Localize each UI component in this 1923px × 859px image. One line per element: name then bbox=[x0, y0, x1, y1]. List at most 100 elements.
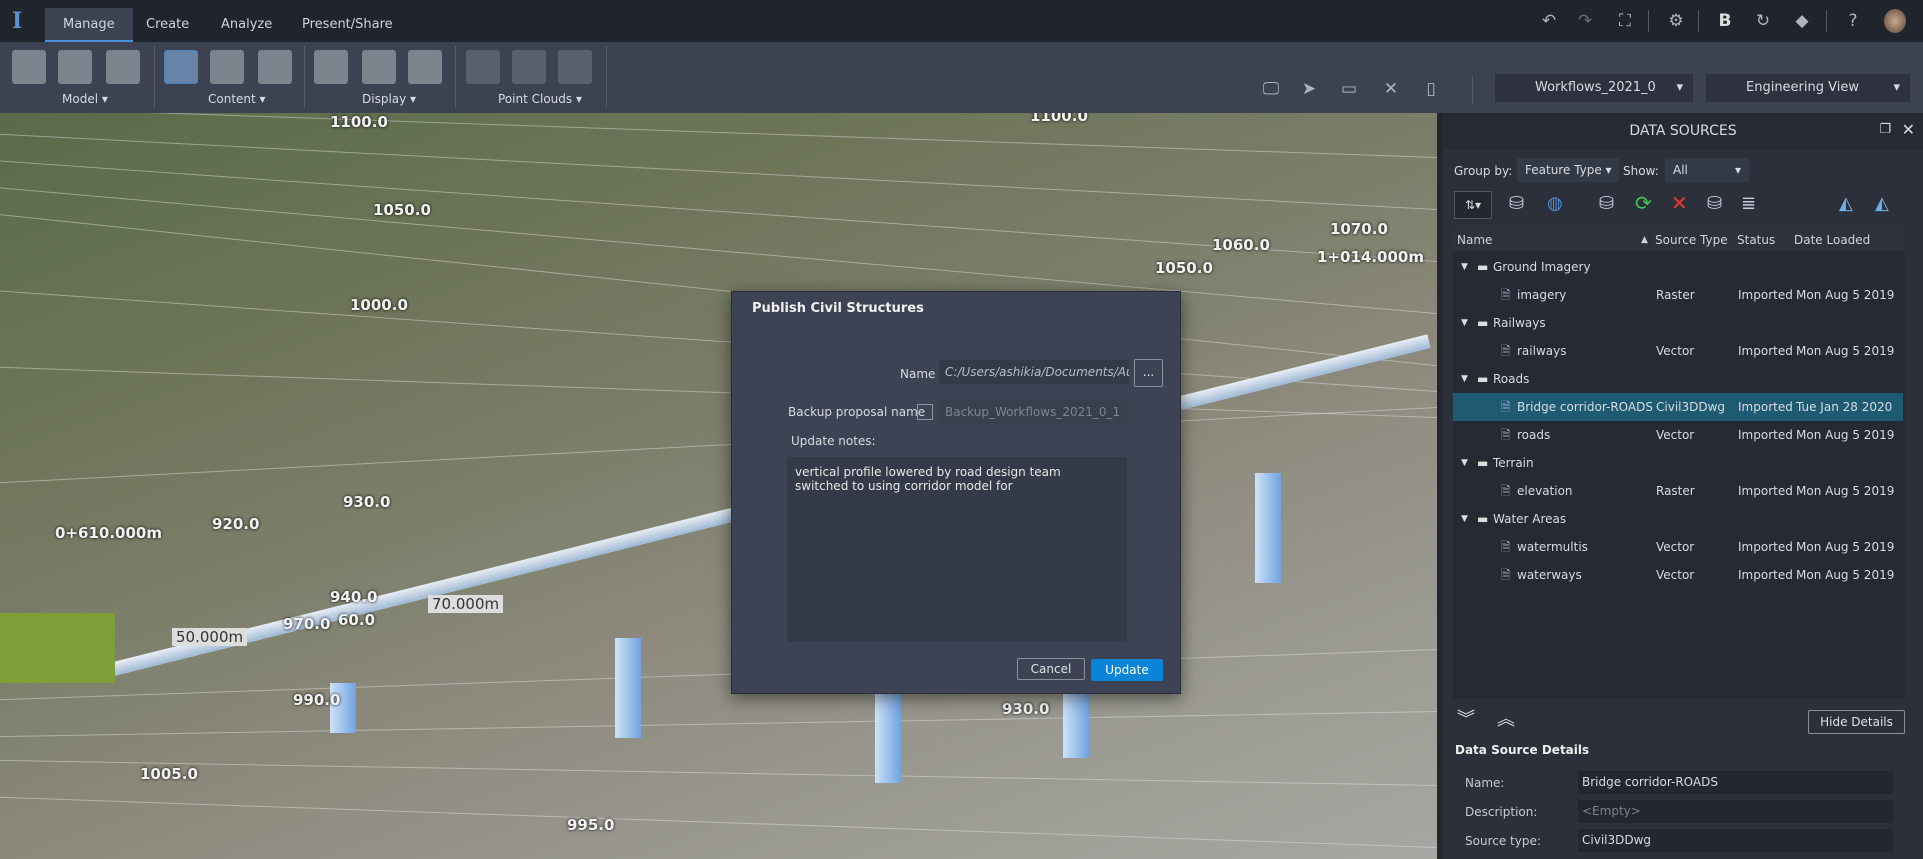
show-dropdown[interactable]: All ▾ bbox=[1665, 158, 1749, 182]
select-pointer-icon[interactable]: ➤ bbox=[1298, 78, 1320, 100]
detail-source-type-field[interactable]: Civil3DDwg bbox=[1578, 829, 1893, 852]
cancel-button[interactable]: Cancel bbox=[1017, 658, 1085, 680]
database-config-icon[interactable]: ⛁ bbox=[1599, 193, 1614, 214]
panel-icon[interactable]: ▯ bbox=[1420, 78, 1442, 100]
globe-icon[interactable] bbox=[258, 50, 292, 84]
tree-group[interactable]: ▼ ▬ Terrain bbox=[1453, 449, 1903, 477]
table-row[interactable]: 🗎 Bridge corridor-ROADS Civil3DDwg Imported… bbox=[1453, 393, 1903, 421]
export-data-icon[interactable]: ⛁ bbox=[1707, 193, 1722, 214]
source-name: waterways bbox=[1517, 568, 1582, 582]
add-data-icon[interactable]: ⛁ bbox=[1509, 193, 1524, 214]
stack-icon[interactable]: ≣ bbox=[1741, 193, 1756, 214]
expand-arrow-icon[interactable]: ▼ bbox=[1461, 253, 1468, 281]
help-icon[interactable]: ? bbox=[1842, 10, 1864, 32]
tab-analyze[interactable]: Analyze bbox=[203, 8, 290, 42]
expand-all-icon[interactable]: ︾ bbox=[1457, 705, 1475, 731]
table-row[interactable]: 🗎 watermultis Vector Imported Mon Aug 5 2019 bbox=[1453, 533, 1903, 561]
group-point-clouds[interactable]: Point Clouds ▾ bbox=[498, 92, 582, 106]
cube-icon[interactable]: ◆ bbox=[1791, 10, 1813, 32]
remove-data-icon[interactable]: ✕ bbox=[1671, 191, 1688, 215]
avatar[interactable] bbox=[1884, 9, 1906, 33]
table-row[interactable]: 🗎 roads Vector Imported Mon Aug 5 2019 bbox=[1453, 421, 1903, 449]
contour-label: 1060.0 bbox=[1212, 236, 1270, 254]
folder-icon: ▬ bbox=[1477, 512, 1489, 526]
globe-source-icon[interactable]: ◍ bbox=[1547, 193, 1563, 214]
expand-arrow-icon[interactable]: ▼ bbox=[1461, 505, 1468, 533]
measure-icon[interactable]: ▭ bbox=[1338, 78, 1360, 100]
update-button[interactable]: Update bbox=[1091, 659, 1163, 681]
group-content[interactable]: Content ▾ bbox=[208, 92, 266, 106]
group-model[interactable]: Model ▾ bbox=[62, 92, 108, 106]
fullscreen-icon[interactable]: ⛶ bbox=[1614, 10, 1636, 32]
bridge-pier bbox=[875, 693, 901, 783]
expand-arrow-icon[interactable]: ▼ bbox=[1461, 309, 1468, 337]
detail-label: Source type: bbox=[1465, 834, 1541, 848]
backup-checkbox[interactable] bbox=[917, 404, 933, 420]
legend-icon[interactable] bbox=[408, 50, 442, 84]
detail-description-field[interactable]: <Empty> bbox=[1578, 800, 1893, 823]
remove-style-icon[interactable]: ◭ bbox=[1839, 193, 1853, 214]
column-name[interactable]: Name bbox=[1457, 229, 1492, 251]
refresh-icon[interactable]: ↻ bbox=[1752, 10, 1774, 32]
hide-details-button[interactable]: Hide Details bbox=[1808, 710, 1905, 734]
column-source-type[interactable]: Source Type bbox=[1655, 229, 1728, 251]
tree-group[interactable]: ▼ ▬ Ground Imagery bbox=[1453, 253, 1903, 281]
gear-icon[interactable]: ⚙ bbox=[1665, 10, 1687, 32]
column-date-loaded[interactable]: Date Loaded bbox=[1794, 229, 1870, 251]
refresh-data-icon[interactable]: ⟳ bbox=[1635, 191, 1652, 215]
point-cloud-icon[interactable] bbox=[466, 50, 500, 84]
model-icon[interactable] bbox=[12, 50, 46, 84]
bold-b-icon[interactable]: B bbox=[1714, 10, 1736, 32]
proposal-icon[interactable] bbox=[106, 50, 140, 84]
collapse-all-icon[interactable]: ︽ bbox=[1497, 705, 1515, 731]
point-cloud-clip-icon[interactable] bbox=[558, 50, 592, 84]
table-row[interactable]: 🗎 waterways Vector Imported Mon Aug 5 2019 bbox=[1453, 561, 1903, 589]
view-dropdown[interactable]: Engineering View ▾ bbox=[1706, 74, 1910, 102]
expand-arrow-icon[interactable]: ▼ bbox=[1461, 365, 1468, 393]
undo-icon[interactable]: ↶ bbox=[1538, 10, 1560, 32]
status: Imported bbox=[1738, 428, 1793, 442]
data-sources-icon[interactable] bbox=[164, 50, 198, 84]
bridge-pier bbox=[615, 638, 641, 738]
backup-name-input[interactable]: Backup_Workflows_2021_0_1 bbox=[939, 400, 1127, 424]
notes-textarea[interactable]: vertical profile lowered by road design … bbox=[787, 457, 1127, 642]
dimension-label: 70.000m bbox=[428, 595, 504, 613]
tab-create[interactable]: Create bbox=[128, 8, 207, 42]
tab-present-share[interactable]: Present/Share bbox=[284, 8, 411, 42]
layers-icon[interactable] bbox=[314, 50, 348, 84]
group-display[interactable]: Display ▾ bbox=[362, 92, 416, 106]
sync-dropdown-button[interactable]: ⇅▾ bbox=[1454, 191, 1492, 219]
proposal-dropdown[interactable]: Workflows_2021_0 ▾ bbox=[1495, 74, 1693, 102]
close-icon[interactable]: ✕ bbox=[1902, 120, 1915, 139]
table-row[interactable]: 🗎 imagery Raster Imported Mon Aug 5 2019 bbox=[1453, 281, 1903, 309]
buildings-icon[interactable] bbox=[210, 50, 244, 84]
date-loaded: Mon Aug 5 2019 bbox=[1796, 484, 1895, 498]
column-status[interactable]: Status bbox=[1737, 229, 1775, 251]
group-by-dropdown[interactable]: Feature Type ▾ bbox=[1517, 158, 1619, 182]
tree-group[interactable]: ▼ ▬ Railways bbox=[1453, 309, 1903, 337]
group-name: Roads bbox=[1493, 372, 1530, 386]
file-icon: 🗎 bbox=[1501, 540, 1511, 554]
status: Imported bbox=[1738, 484, 1793, 498]
file-icon: 🗎 bbox=[1501, 568, 1511, 582]
name-input[interactable]: C:/Users/ashikia/Documents/Aut bbox=[939, 360, 1129, 384]
redo-icon[interactable]: ↷ bbox=[1574, 10, 1596, 32]
terrain-icon[interactable] bbox=[362, 50, 396, 84]
restore-icon[interactable]: ❐ bbox=[1879, 122, 1891, 137]
detail-name-field[interactable]: Bridge corridor-ROADS bbox=[1578, 771, 1893, 794]
tab-manage[interactable]: Manage bbox=[45, 8, 133, 42]
3d-viewport[interactable]: 1100.0 1050.0 1000.0 930.0 920.0 0+610.0… bbox=[0, 113, 1437, 859]
folder-icon: ▬ bbox=[1477, 260, 1489, 274]
browse-button[interactable]: ... bbox=[1134, 359, 1163, 387]
point-cloud-terrain-icon[interactable] bbox=[512, 50, 546, 84]
model-view-icon[interactable] bbox=[58, 50, 92, 84]
tree-group[interactable]: ▼ ▬ Roads bbox=[1453, 365, 1903, 393]
tree-group[interactable]: ▼ ▬ Water Areas bbox=[1453, 505, 1903, 533]
table-row[interactable]: 🗎 railways Vector Imported Mon Aug 5 2019 bbox=[1453, 337, 1903, 365]
table-row[interactable]: 🗎 elevation Raster Imported Mon Aug 5 2019 bbox=[1453, 477, 1903, 505]
date-loaded: Mon Aug 5 2019 bbox=[1796, 568, 1895, 582]
monitor-icon[interactable]: 🖵 bbox=[1260, 78, 1282, 100]
select-style-icon[interactable]: ◭ bbox=[1875, 193, 1889, 214]
tools-icon[interactable]: ✕ bbox=[1380, 78, 1402, 100]
expand-arrow-icon[interactable]: ▼ bbox=[1461, 449, 1468, 477]
